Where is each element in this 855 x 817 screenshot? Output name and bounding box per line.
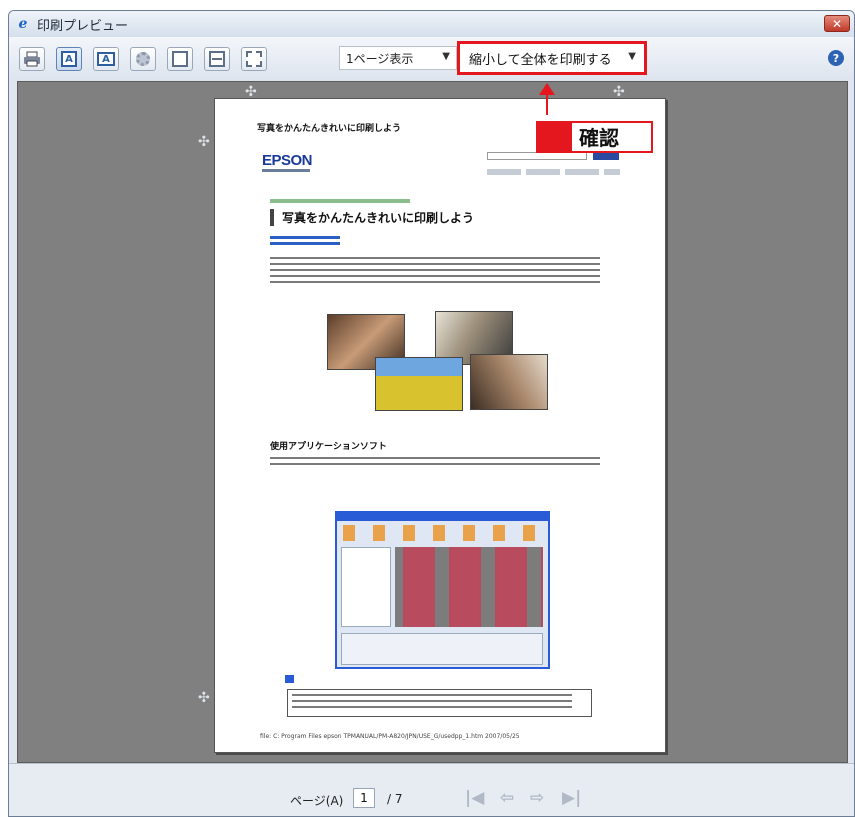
shrink-to-fit-value: 縮小して全体を印刷する [469, 52, 612, 68]
app-screenshot [335, 511, 550, 669]
page-setup-icon[interactable] [130, 47, 156, 71]
page-footer: file: C: Program Files epson TPMANUAL/PM… [260, 733, 520, 740]
last-page-icon[interactable]: ▶| [562, 788, 581, 808]
page-title: 写真をかんたんきれいに印刷しよう [270, 209, 474, 226]
page-header-text: 写真をかんたんきれいに印刷しよう [257, 124, 402, 134]
section-heading: 使用アプリケーションソフト [270, 442, 387, 452]
help-icon[interactable]: ? [828, 50, 844, 66]
printer-icon[interactable] [19, 47, 45, 71]
landscape-icon[interactable]: A [93, 47, 119, 71]
close-button[interactable]: ✕ [824, 15, 850, 32]
callout-accent [536, 121, 572, 153]
section-text [270, 457, 600, 469]
page-intro-text [270, 257, 600, 287]
margin-marker-icon[interactable]: ✣ [198, 690, 210, 706]
photo-thumbnail [375, 357, 463, 411]
print-preview-window: e 印刷プレビュー ✕ A A 1ページ表示 ▼ 縮小して全体を印刷する ▼ ?… [8, 10, 855, 817]
page-link-list [270, 236, 340, 248]
previous-page-icon[interactable]: ⇦ [500, 788, 514, 808]
margin-marker-icon[interactable]: ✣ [198, 134, 210, 150]
callout-label: 確認 [579, 126, 619, 150]
memo-box [287, 689, 592, 717]
page-label: ページ(A) [290, 794, 344, 808]
page-nav-tabs [487, 169, 620, 175]
page-navigation-bar: ページ(A) 1 / 7 |◀ ⇦ ⇨ ▶| [9, 763, 854, 816]
portrait-icon[interactable]: A [56, 47, 82, 71]
header-footer-off-icon[interactable] [167, 47, 193, 71]
photo-thumbnail [470, 354, 548, 410]
page-search-box [487, 152, 587, 160]
first-page-icon[interactable]: |◀ [465, 788, 484, 808]
window-title: 印刷プレビュー [37, 18, 129, 34]
view-mode-value: 1ページ表示 [346, 51, 414, 66]
header-footer-on-icon[interactable] [204, 47, 230, 71]
memo-text [292, 694, 572, 712]
callout-arrow-line [546, 89, 548, 115]
page-total: / 7 [387, 792, 403, 806]
chevron-down-icon: ▼ [442, 51, 450, 62]
view-mode-select[interactable]: 1ページ表示 ▼ [339, 46, 457, 70]
logo-underline [262, 169, 310, 172]
page-number-input[interactable]: 1 [353, 788, 375, 808]
page-breadcrumb [270, 199, 410, 203]
full-screen-icon[interactable] [241, 47, 267, 71]
title-bar: e 印刷プレビュー ✕ [9, 11, 854, 37]
preview-area: ✣ ✣ ✣ ✣ 写真をかんたんきれいに印刷しよう EPSON 写真をかんたんきれ… [17, 81, 848, 763]
memo-icon [285, 675, 294, 683]
page-search-button [593, 152, 619, 160]
chevron-down-icon: ▼ [628, 51, 636, 62]
toolbar: A A 1ページ表示 ▼ 縮小して全体を印刷する ▼ ? [9, 37, 854, 81]
next-page-icon[interactable]: ⇨ [530, 788, 544, 808]
ie-icon: e [18, 16, 28, 32]
shrink-to-fit-select[interactable]: 縮小して全体を印刷する ▼ [457, 41, 647, 75]
preview-page: 写真をかんたんきれいに印刷しよう EPSON 写真をかんたんきれいに印刷しよう … [214, 98, 666, 753]
epson-logo: EPSON [262, 152, 313, 169]
